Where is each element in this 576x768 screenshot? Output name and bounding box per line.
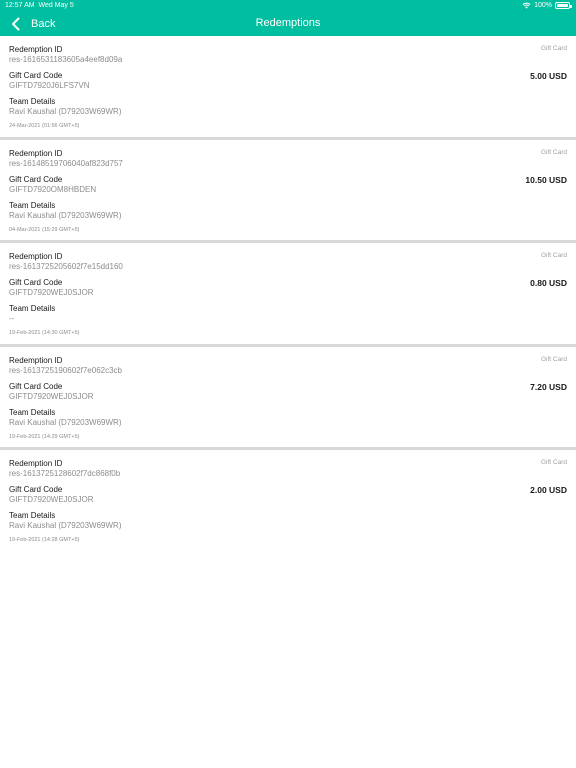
battery-percent: 100% <box>534 2 552 9</box>
redemption-card[interactable]: Redemption ID res-1613725128602f7dc868f0… <box>0 450 576 554</box>
top-bar: 12:57 AM Wed May 5 100% Back Redemptions <box>0 0 576 36</box>
redemption-amount: 2.00 USD <box>530 485 567 495</box>
redemption-card[interactable]: Redemption ID res-16148519706040af823d75… <box>0 139 576 243</box>
gift-card-code-value: GIFTD7920WEJ0SJOR <box>9 495 94 504</box>
status-time: 12:57 AM <box>5 2 35 9</box>
redemption-date: 24-Mar-2021 (01:56 GMT+5) <box>9 123 80 129</box>
redemption-id-label: Redemption ID <box>9 459 63 468</box>
gift-card-code-label: Gift Card Code <box>9 278 63 287</box>
battery-icon <box>555 2 572 9</box>
gift-card-code-label: Gift Card Code <box>9 381 63 391</box>
redemption-id-value: res-1613725205602f7e15dd160 <box>9 262 123 271</box>
gift-card-code-value: GIFTD7920J6LFS7VN <box>9 81 90 90</box>
redemption-id-label: Redemption ID <box>9 45 63 54</box>
redemption-amount: 0.80 USD <box>530 278 567 288</box>
redemption-amount: 10.50 USD <box>525 174 567 185</box>
team-details-value: -- <box>9 314 15 323</box>
redemption-card[interactable]: Redemption ID res-1616531183605a4eef8d09… <box>0 36 576 140</box>
redemption-id-value: res-1613725190602f7e062c3cb <box>9 365 122 375</box>
team-details-label: Team Details <box>9 304 56 313</box>
redemption-card[interactable]: Redemption ID res-1613725190602f7e062c3c… <box>0 346 576 450</box>
redemption-amount: 7.20 USD <box>530 381 567 392</box>
status-time-date: 12:57 AM Wed May 5 <box>5 2 74 9</box>
team-details-label: Team Details <box>9 97 56 106</box>
gift-card-code-label: Gift Card Code <box>9 485 63 494</box>
status-date: Wed May 5 <box>38 2 74 9</box>
redemptions-list: Redemption ID res-1616531183605a4eef8d09… <box>0 36 576 554</box>
redemption-type: Gift Card <box>540 459 567 466</box>
team-details-label: Team Details <box>9 200 56 210</box>
redemption-id-value: res-16148519706040af823d757 <box>9 158 123 168</box>
gift-card-code-label: Gift Card Code <box>9 71 63 80</box>
team-details-value: Ravi Kaushal (D79203W69WR) <box>9 107 122 116</box>
redemption-id-value: res-1616531183605a4eef8d09a <box>9 55 123 64</box>
status-right: 100% <box>522 2 572 9</box>
navigation-bar: Back Redemptions <box>0 12 576 36</box>
redemption-id-value: res-1613725128602f7dc868f0b <box>9 469 121 478</box>
redemption-type: Gift Card <box>540 252 567 259</box>
gift-card-code-value: GIFTD7920WEJ0SJOR <box>9 391 94 401</box>
redemption-type: Gift Card <box>540 45 567 52</box>
team-details-value: Ravi Kaushal (D79203W69WR) <box>9 521 122 530</box>
redemption-amount: 5.00 USD <box>530 71 567 81</box>
gift-card-code-label: Gift Card Code <box>9 174 63 184</box>
redemption-type: Gift Card <box>540 355 567 363</box>
redemption-date: 19-Feb-2021 (14:29 GMT+5) <box>9 433 80 440</box>
redemption-date: 19-Feb-2021 (14:30 GMT+5) <box>9 330 80 336</box>
page-title: Redemptions <box>255 17 321 29</box>
redemption-date: 19-Feb-2021 (14:28 GMT+5) <box>9 537 80 543</box>
redemption-id-label: Redemption ID <box>9 252 63 261</box>
gift-card-code-value: GIFTD7920OM8HBDEN <box>9 184 97 194</box>
redemption-id-label: Redemption ID <box>9 148 63 158</box>
redemption-type: Gift Card <box>540 148 567 156</box>
team-details-value: Ravi Kaushal (D79203W69WR) <box>9 210 122 220</box>
redemption-id-label: Redemption ID <box>9 355 63 365</box>
team-details-label: Team Details <box>9 407 56 417</box>
team-details-label: Team Details <box>9 511 56 520</box>
wifi-icon <box>522 2 531 9</box>
gift-card-code-value: GIFTD7920WEJ0SJOR <box>9 288 94 297</box>
team-details-value: Ravi Kaushal (D79203W69WR) <box>9 417 122 427</box>
redemption-date: 04-Mar-2021 (15:29 GMT+5) <box>9 226 80 233</box>
status-bar: 12:57 AM Wed May 5 100% <box>0 0 576 12</box>
redemption-card[interactable]: Redemption ID res-1613725205602f7e15dd16… <box>0 243 576 347</box>
